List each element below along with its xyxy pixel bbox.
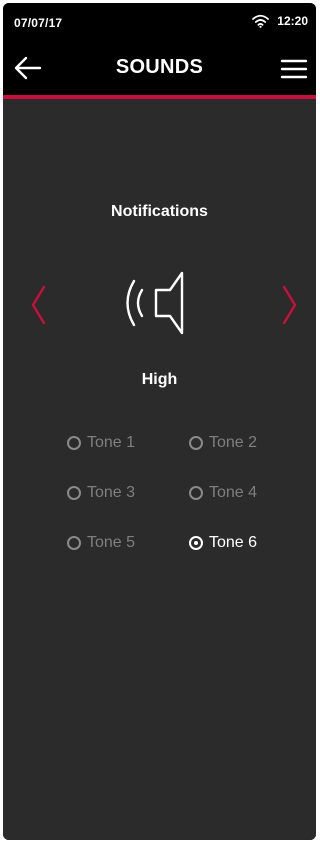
tone-option-3[interactable]: Tone 3	[67, 482, 135, 504]
tone-option-1[interactable]: Tone 1	[67, 432, 135, 454]
chevron-left-icon[interactable]	[28, 285, 48, 325]
radio-button-icon	[189, 486, 203, 500]
tone-option-6[interactable]: Tone 6	[189, 532, 257, 554]
sound-category-title: Notifications	[111, 203, 208, 220]
tone-label: Tone 3	[87, 484, 136, 501]
status-time: 12:20	[277, 14, 308, 28]
status-right: 12:20	[252, 14, 308, 28]
chevron-right-icon[interactable]	[280, 285, 300, 325]
tone-label: Tone 1	[87, 434, 136, 451]
sound-settings-panel: Notifications High Tone 1 Tone 2 Tone 3	[3, 99, 316, 840]
radio-button-icon	[67, 486, 81, 500]
phone-screen: 07/07/17 12:20 SOUNDS Notifications High…	[3, 3, 316, 840]
radio-button-icon	[189, 536, 203, 550]
status-date: 07/07/17	[14, 16, 63, 30]
tone-option-2[interactable]: Tone 2	[189, 432, 257, 454]
tone-label: Tone 2	[209, 434, 258, 451]
tone-label: Tone 6	[209, 534, 258, 551]
hamburger-menu-icon[interactable]	[280, 58, 308, 80]
tone-option-4[interactable]: Tone 4	[189, 482, 257, 504]
page-title: SOUNDS	[115, 56, 204, 78]
wifi-icon	[252, 14, 270, 28]
app-header: SOUNDS	[3, 41, 316, 95]
radio-button-icon	[67, 536, 81, 550]
status-bar: 07/07/17 12:20	[3, 3, 316, 41]
tone-option-5[interactable]: Tone 5	[67, 532, 135, 554]
speaker-icon	[126, 271, 184, 335]
tone-label: Tone 4	[209, 484, 258, 501]
radio-button-icon	[189, 436, 203, 450]
tone-label: Tone 5	[87, 534, 136, 551]
radio-button-icon	[67, 436, 81, 450]
volume-level-label: High	[141, 371, 178, 388]
